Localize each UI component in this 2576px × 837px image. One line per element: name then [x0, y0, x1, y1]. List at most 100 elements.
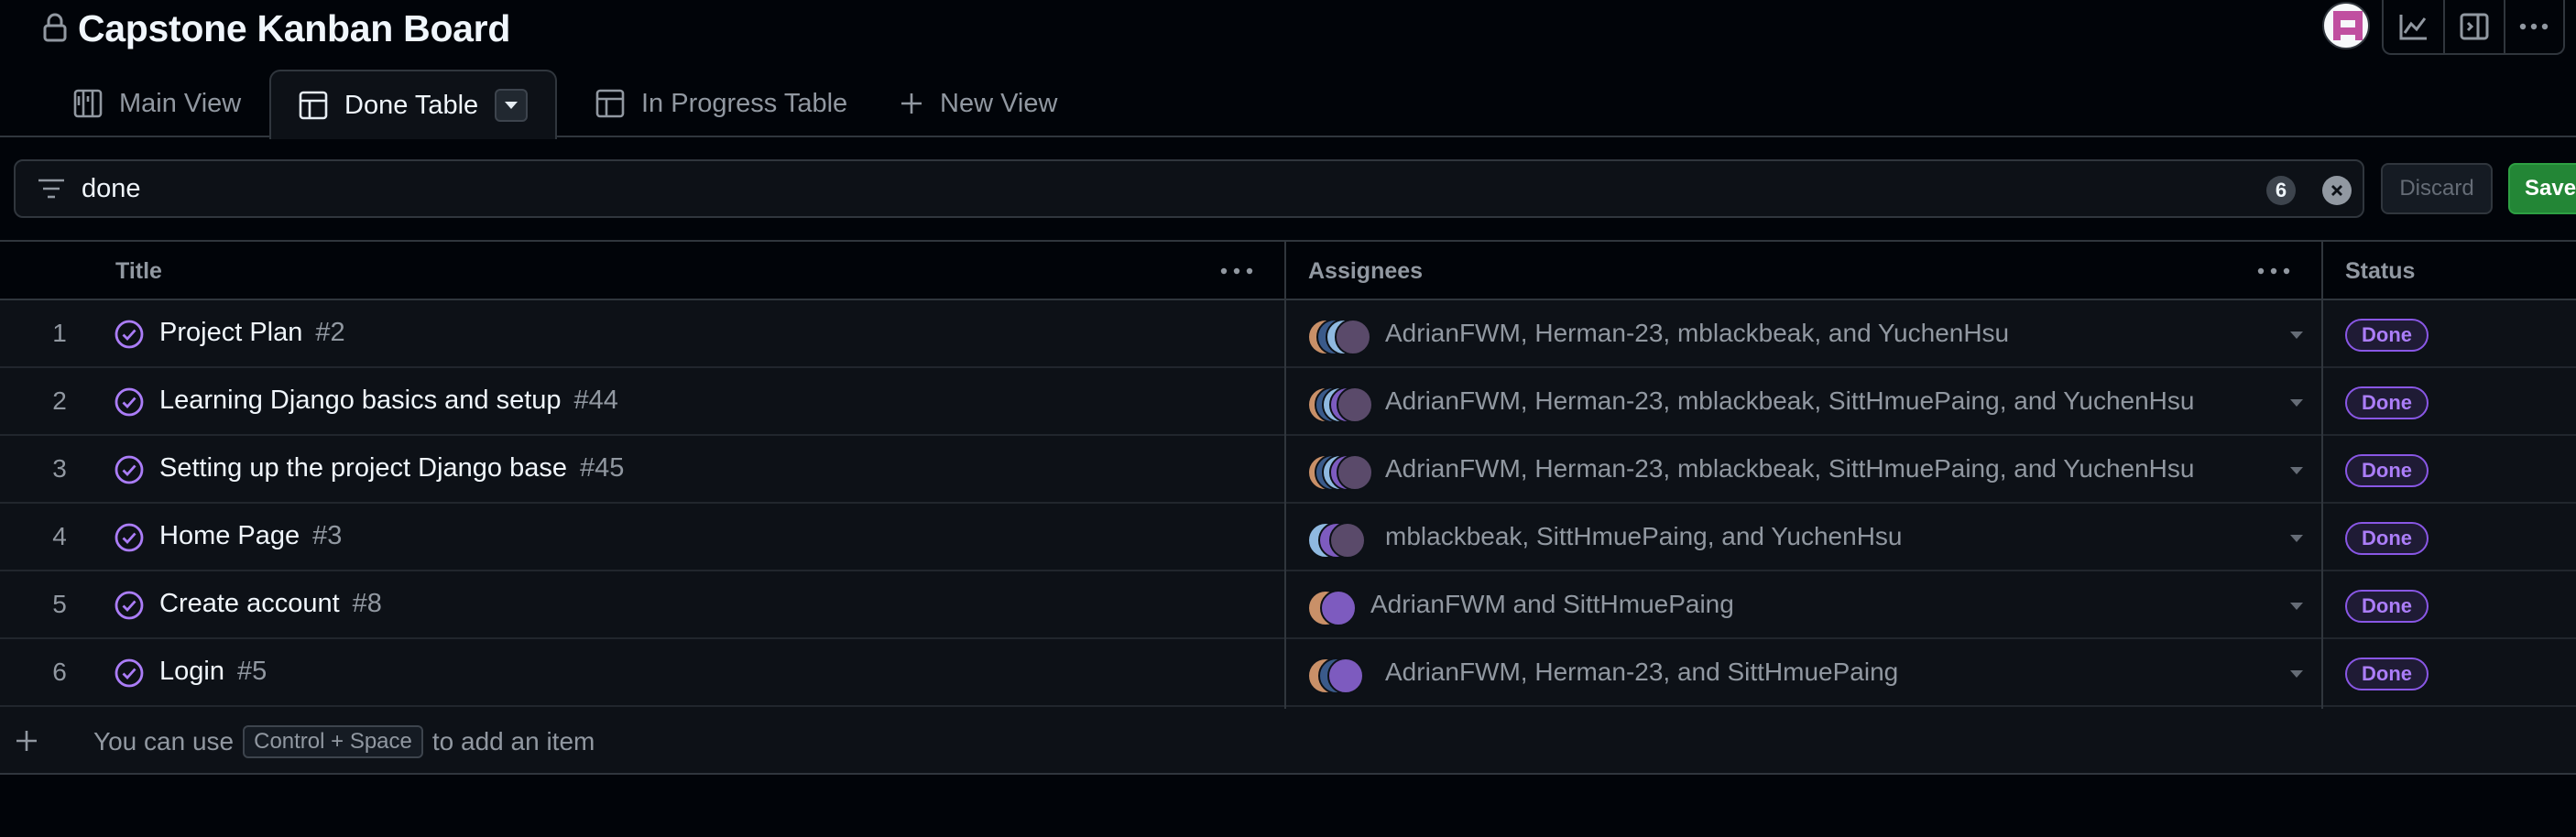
item-title-text[interactable]: Project Plan [159, 318, 302, 347]
tab-main-view[interactable]: Main View [73, 70, 241, 137]
table-row[interactable]: 2 Learning Django basics and setup #44 Ad… [0, 368, 2576, 436]
column-divider[interactable] [2321, 240, 2323, 709]
row-number: 2 [52, 386, 67, 415]
view-tabs: Main View Done Table In Progress Table N… [0, 70, 2576, 139]
tab-in-progress-table-label: In Progress Table [641, 88, 848, 118]
tab-main-view-label: Main View [119, 88, 242, 118]
status-badge[interactable]: Done [2345, 386, 2429, 419]
assignees-text[interactable]: AdrianFWM, Herman-23, and SittHmuePaing [1385, 658, 1898, 687]
column-header-assignees[interactable]: Assignees [1308, 258, 1423, 285]
plus-icon [901, 93, 922, 114]
project-title: Capstone Kanban Board [78, 7, 511, 49]
item-title-text[interactable]: Create account [159, 589, 340, 618]
save-button[interactable]: Save [2508, 163, 2576, 214]
assignees-text[interactable]: AdrianFWM and SittHmuePaing [1370, 590, 1734, 619]
chevron-down-icon[interactable] [2290, 535, 2303, 542]
item-title-text[interactable]: Setting up the project Django base [159, 453, 567, 483]
issue-closed-icon [115, 658, 144, 688]
avatar [1320, 590, 1357, 626]
column-header-title[interactable]: Title [115, 258, 162, 285]
side-panel-button[interactable] [2443, 0, 2503, 53]
issue-number: #45 [579, 453, 625, 483]
item-title[interactable]: Login #5 [159, 657, 267, 687]
view-options-button[interactable] [495, 89, 529, 122]
issue-closed-icon [115, 320, 144, 349]
tab-new-view-label: New View [940, 88, 1058, 118]
avatar [1337, 454, 1373, 491]
item-title-text[interactable]: Login [159, 657, 224, 686]
status-badge[interactable]: Done [2345, 454, 2429, 487]
table-header: Title Assignees Status [0, 240, 2576, 300]
avatar [1335, 319, 1371, 355]
assignees-text[interactable]: AdrianFWM, Herman-23, mblackbeak, SittHm… [1385, 386, 2194, 416]
sidebar-expand-icon [2460, 13, 2489, 40]
table-icon [595, 89, 625, 118]
add-item-row[interactable]: You can use Control + Space to add an it… [0, 707, 2576, 775]
item-title[interactable]: Create account #8 [159, 589, 382, 619]
column-header-status[interactable]: Status [2345, 258, 2415, 285]
tab-in-progress-table[interactable]: In Progress Table [595, 70, 847, 137]
issue-number: #2 [315, 318, 345, 347]
column-divider[interactable] [1284, 240, 1286, 709]
add-item-suffix: to add an item [431, 727, 595, 755]
chevron-down-icon[interactable] [2290, 670, 2303, 678]
assignees-text[interactable]: AdrianFWM, Herman-23, mblackbeak, SittHm… [1385, 454, 2194, 484]
table-icon [299, 91, 328, 120]
avatar [1329, 522, 1366, 559]
tab-done-table[interactable]: Done Table [269, 70, 558, 139]
issue-number: #44 [573, 386, 618, 415]
row-number: 4 [52, 522, 67, 550]
item-title[interactable]: Home Page #3 [159, 521, 342, 551]
triangle-down-icon [505, 102, 518, 109]
status-badge[interactable]: Done [2345, 658, 2429, 690]
status-badge[interactable]: Done [2345, 319, 2429, 352]
chevron-down-icon[interactable] [2290, 332, 2303, 339]
status-badge[interactable]: Done [2345, 522, 2429, 555]
table-body: 1 Project Plan #2 AdrianFWM, Herman-23, m… [0, 300, 2576, 707]
insights-button[interactable] [2384, 0, 2443, 53]
assignees-text[interactable]: AdrianFWM, Herman-23, mblackbeak, and Yu… [1385, 319, 2009, 348]
issue-closed-icon [115, 455, 144, 484]
row-number: 1 [52, 319, 67, 347]
filter-bar[interactable]: done 6 [14, 159, 2364, 218]
table-row[interactable]: 5 Create account #8 AdrianFWM and SittHmu… [0, 571, 2576, 639]
issue-number: #3 [312, 521, 343, 550]
filter-input[interactable]: done [82, 174, 141, 204]
issue-number: #5 [236, 657, 267, 686]
column-menu-icon[interactable] [2255, 262, 2292, 280]
clear-filter-button[interactable] [2322, 176, 2352, 205]
issue-number: #8 [352, 589, 382, 618]
table-row[interactable]: 6 Login #5 AdrianFWM, Herman-23, and Sitt… [0, 639, 2576, 707]
item-title-text[interactable]: Home Page [159, 521, 300, 550]
header-actions [2382, 0, 2565, 55]
table-row[interactable]: 1 Project Plan #2 AdrianFWM, Herman-23, m… [0, 300, 2576, 368]
kebab-horizontal-icon [2520, 23, 2549, 30]
add-item-hint: You can use Control + Space to add an it… [93, 725, 595, 758]
plus-icon[interactable] [15, 729, 38, 753]
discard-button[interactable]: Discard [2381, 163, 2493, 214]
column-menu-icon[interactable] [1218, 262, 1255, 280]
chevron-down-icon[interactable] [2290, 467, 2303, 474]
items-table: Title Assignees Status 1 Project Plan #2 … [0, 240, 2576, 775]
table-row[interactable]: 3 Setting up the project Django base #45 … [0, 436, 2576, 504]
x-icon [2331, 185, 2342, 196]
status-badge[interactable]: Done [2345, 590, 2429, 623]
chevron-down-icon[interactable] [2290, 399, 2303, 407]
filter-result-count: 6 [2266, 176, 2296, 205]
assignees-text[interactable]: mblackbeak, SittHmuePaing, and YuchenHsu [1385, 522, 1902, 551]
issue-closed-icon [115, 591, 144, 620]
table-row[interactable]: 4 Home Page #3 mblackbeak, SittHmuePaing,… [0, 504, 2576, 571]
item-title[interactable]: Project Plan #2 [159, 318, 345, 348]
tab-new-view[interactable]: New View [900, 70, 1057, 137]
user-avatar[interactable] [2322, 2, 2370, 49]
board-icon [73, 89, 103, 118]
tab-done-table-label: Done Table [344, 90, 479, 120]
keyboard-shortcut: Control + Space [243, 725, 423, 758]
item-title[interactable]: Learning Django basics and setup #44 [159, 386, 618, 416]
chevron-down-icon[interactable] [2290, 603, 2303, 610]
issue-closed-icon [115, 387, 144, 417]
item-title[interactable]: Setting up the project Django base #45 [159, 453, 624, 484]
project-header: Capstone Kanban Board [0, 0, 2576, 70]
item-title-text[interactable]: Learning Django basics and setup [159, 386, 562, 415]
more-options-button[interactable] [2503, 0, 2563, 53]
